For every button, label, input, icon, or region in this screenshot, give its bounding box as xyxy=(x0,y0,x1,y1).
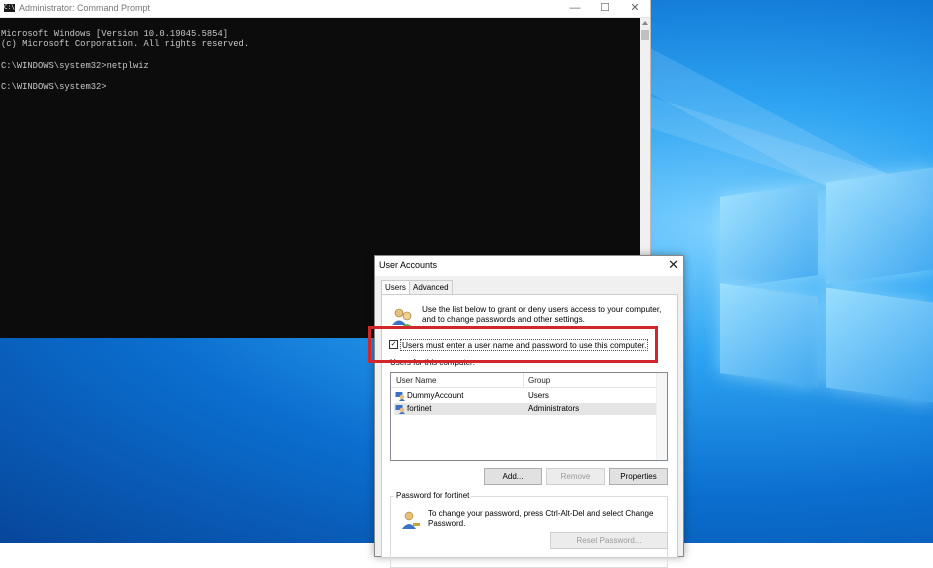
tab-advanced[interactable]: Advanced xyxy=(409,280,453,294)
remove-user-button[interactable]: Remove xyxy=(546,468,605,485)
column-header-user-name[interactable]: User Name xyxy=(396,376,436,385)
password-group-legend: Password for fortinet xyxy=(394,491,472,500)
reset-password-button[interactable]: Reset Password... xyxy=(550,532,668,549)
maximize-button[interactable]: ☐ xyxy=(590,0,620,17)
cmd-window-title: Administrator: Command Prompt xyxy=(19,3,151,13)
users-list-header: User Name Group xyxy=(391,373,667,388)
intro-text: Use the list below to grant or deny user… xyxy=(422,305,662,324)
windows-logo-pane xyxy=(826,167,933,285)
dialog-title: User Accounts xyxy=(379,260,438,270)
user-key-icon xyxy=(402,511,420,529)
minimize-button[interactable]: — xyxy=(560,0,590,17)
dialog-close-icon[interactable]: ✕ xyxy=(668,257,679,273)
highlight-box xyxy=(368,326,658,363)
add-user-button[interactable]: Add... xyxy=(484,468,542,485)
user-account-icon xyxy=(395,392,405,401)
password-instructions: To change your password, press Ctrl-Alt-… xyxy=(428,509,654,528)
cmd-titlebar[interactable]: C:\ Administrator: Command Prompt — ☐ ✕ xyxy=(0,0,650,18)
users-list[interactable]: User Name Group DummyAccount Users forti… xyxy=(390,372,668,461)
console-line: (c) Microsoft Corporation. All rights re… xyxy=(1,39,250,50)
user-accounts-dialog[interactable]: User Accounts ✕ Users Advanced Use the l… xyxy=(374,255,684,568)
windows-logo-pane xyxy=(720,183,818,289)
console-line: C:\WINDOWS\system32>netplwiz xyxy=(1,60,149,71)
windows-logo-pane xyxy=(720,283,818,387)
console-line: ​ xyxy=(1,50,639,61)
scroll-up-arrow-icon[interactable] xyxy=(642,21,648,25)
scroll-thumb[interactable] xyxy=(641,30,649,40)
table-row[interactable]: DummyAccount Users xyxy=(394,390,656,402)
console-line: Microsoft Windows [Version 10.0.19045.58… xyxy=(1,28,228,39)
users-list-scrollbar[interactable] xyxy=(656,373,667,460)
group-cell: Users xyxy=(528,391,549,400)
table-row[interactable]: fortinet Administrators xyxy=(394,403,656,415)
properties-button[interactable]: Properties xyxy=(609,468,668,485)
user-name-cell: DummyAccount xyxy=(407,391,464,400)
user-account-icon xyxy=(395,405,405,414)
column-separator[interactable] xyxy=(523,373,524,387)
user-name-cell: fortinet xyxy=(407,404,432,413)
tab-users[interactable]: Users xyxy=(381,280,410,295)
cmd-app-icon: C:\ xyxy=(4,4,15,12)
console-line: C:\WINDOWS\system32> xyxy=(1,82,107,93)
column-header-group[interactable]: Group xyxy=(528,376,550,385)
windows-logo-pane xyxy=(826,287,933,403)
dialog-titlebar[interactable]: User Accounts ✕ xyxy=(375,256,683,276)
console-line: ​ xyxy=(1,72,639,83)
group-cell: Administrators xyxy=(528,404,580,413)
close-button[interactable]: ✕ xyxy=(620,0,650,17)
